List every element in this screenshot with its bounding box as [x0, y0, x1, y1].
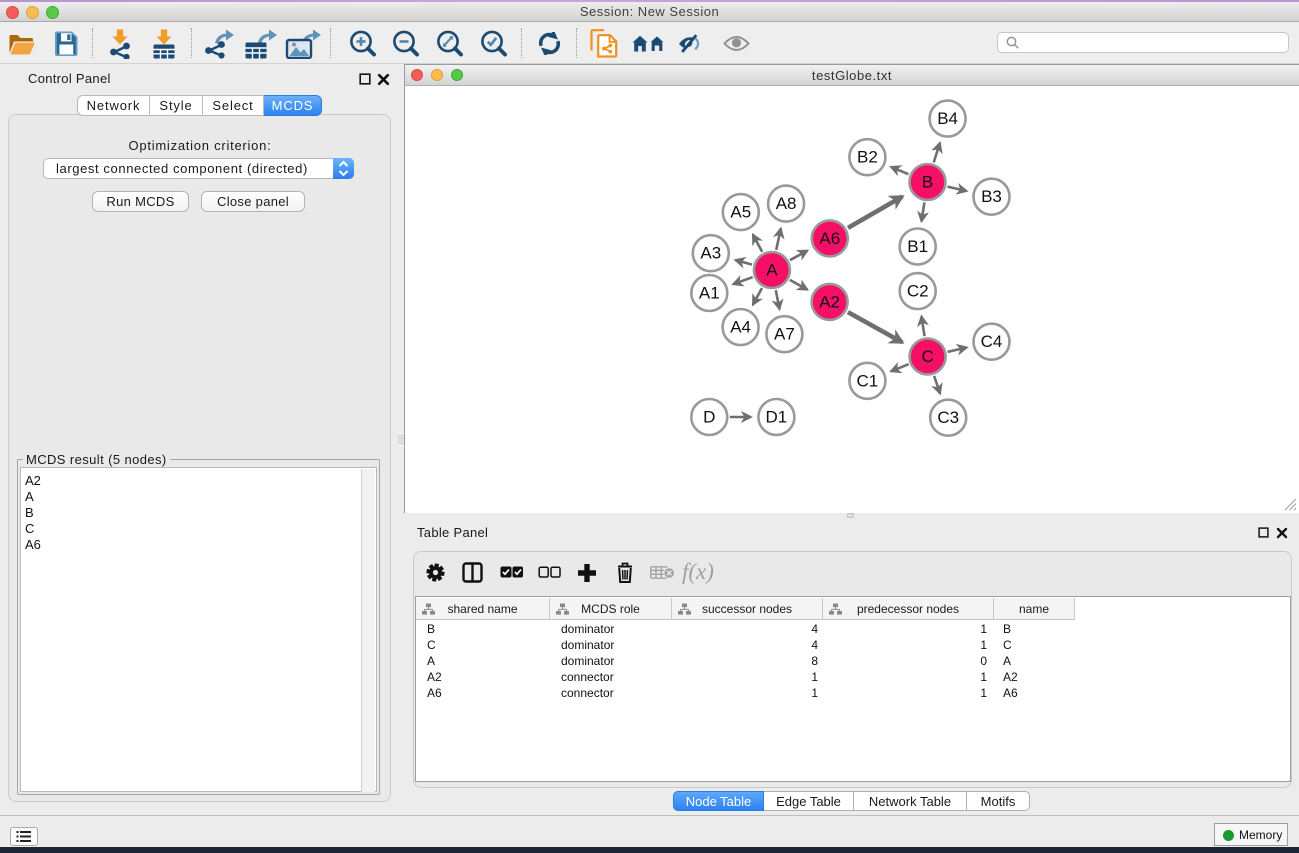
- svg-text:D: D: [703, 408, 715, 427]
- svg-text:A5: A5: [730, 203, 751, 222]
- svg-text:C: C: [921, 347, 933, 366]
- svg-text:A: A: [766, 261, 778, 280]
- svg-text:C4: C4: [981, 332, 1003, 351]
- svg-text:A7: A7: [774, 325, 795, 344]
- svg-text:A6: A6: [819, 229, 840, 248]
- svg-text:C1: C1: [857, 371, 879, 390]
- svg-text:B4: B4: [937, 109, 958, 128]
- svg-text:B3: B3: [981, 187, 1002, 206]
- svg-text:D1: D1: [766, 408, 788, 427]
- svg-text:A3: A3: [700, 244, 721, 263]
- svg-text:B2: B2: [857, 148, 878, 167]
- svg-text:A8: A8: [776, 194, 797, 213]
- svg-text:A2: A2: [819, 292, 840, 311]
- svg-text:A4: A4: [730, 318, 751, 337]
- svg-text:C2: C2: [907, 282, 929, 301]
- svg-text:B: B: [922, 173, 933, 192]
- svg-text:C3: C3: [937, 408, 959, 427]
- svg-text:A1: A1: [699, 284, 720, 303]
- svg-text:B1: B1: [907, 237, 928, 256]
